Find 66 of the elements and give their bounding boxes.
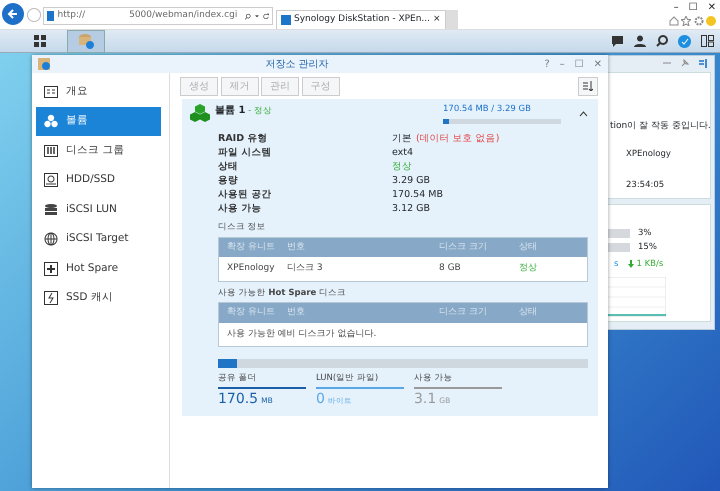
property-value: 3.12 GB: [392, 202, 430, 216]
address-text: 5000/webman/index.cgi: [129, 9, 238, 22]
usage-text: 170.54 MB / 3.29 GB: [443, 103, 532, 116]
resource-percent: 15%: [638, 241, 657, 254]
column-header: 상태: [519, 240, 538, 254]
title-bar-button[interactable]: ✕: [594, 56, 602, 72]
stat-value: 3.1: [414, 391, 436, 407]
sidebar-item[interactable]: iSCSI LUN: [36, 195, 161, 224]
property-value: 정상: [392, 160, 412, 174]
table-cell-text: 정상: [519, 262, 538, 275]
table-cell-text: 디스크 3: [287, 262, 324, 275]
window-control-button[interactable]: ✕: [708, 0, 716, 15]
window-control-button[interactable]: ☐: [688, 0, 698, 15]
sidebar-item[interactable]: Hot Spare: [36, 254, 161, 284]
stat-value: 0: [316, 391, 325, 407]
empty-message: 사용 가능한 예비 디스크가 없습니다.: [226, 328, 378, 341]
title-bar-button[interactable]: ☐: [574, 56, 584, 72]
sidebar-item[interactable]: SSD 캐시: [36, 284, 161, 313]
server-name: XPEnology: [626, 148, 671, 161]
browser-tab[interactable]: Synology DiskStation - XPEn... ×: [276, 10, 446, 29]
status-message: tion이 잘 작동 중입니다.: [610, 120, 711, 133]
window-control-button[interactable]: –: [674, 0, 679, 15]
property-label: RAID 유형: [218, 132, 268, 146]
column-header: 확장 유니트: [227, 240, 276, 254]
property-label: 상태: [218, 160, 239, 174]
column-header: 디스크 크기: [439, 240, 488, 254]
property-value: 기본: [392, 132, 412, 146]
tab-title: Synology DiskStation - XPEn...: [294, 13, 430, 26]
warning-note: (데이터 보호 없음): [416, 132, 500, 146]
volume-name: 볼륨 1: [215, 105, 246, 116]
column-header: 디스크 크기: [439, 306, 488, 320]
table-cell-text: XPEnology: [227, 262, 276, 275]
address-field[interactable]: http:// 5000/webman/index.cgi: [43, 7, 273, 25]
property-value: 170.54 MB: [392, 188, 443, 202]
property-label: 사용 가능: [218, 202, 262, 216]
property-label: 파일 시스템: [218, 146, 272, 160]
property-value: 3.29 GB: [392, 174, 430, 188]
sidebar-item[interactable]: HDD/SSD: [36, 166, 161, 195]
table-cell-text: 8 GB: [439, 262, 462, 275]
address-text: http://: [58, 9, 86, 22]
property-label: 용량: [218, 174, 239, 188]
resource-percent: 3%: [638, 227, 652, 240]
stat-value: 170.5: [218, 391, 258, 407]
uptime-text: 23:54:05: [626, 179, 664, 192]
tab-close-button[interactable]: ×: [433, 13, 441, 27]
section-title: 디스크 정보: [218, 220, 267, 234]
property-value: ext4: [392, 146, 414, 160]
title-bar-button[interactable]: ?: [544, 56, 550, 72]
title-bar-button[interactable]: –: [560, 56, 565, 72]
stat-label: 사용 가능: [414, 372, 502, 389]
sidebar-item[interactable]: 볼륨: [36, 106, 161, 136]
sidebar-item[interactable]: 디스크 그룹: [36, 136, 161, 166]
stat-label: 공유 폴더: [218, 372, 306, 389]
property-label: 사용된 공간: [218, 188, 272, 202]
window-title: 저장소 관리자: [264, 58, 330, 72]
column-header: 번호: [287, 306, 306, 320]
sidebar-item[interactable]: 개요: [36, 77, 161, 106]
volume-status: - 정상: [247, 106, 272, 116]
download-speed: 1 KB/s: [636, 258, 664, 271]
column-header: 확장 유니트: [227, 306, 276, 320]
section-title: 사용 가능한 Hot Spare 디스크: [218, 286, 347, 300]
column-header: 번호: [287, 240, 306, 254]
column-header: 상태: [519, 306, 538, 320]
sidebar-item[interactable]: iSCSI Target: [36, 224, 161, 254]
upload-speed: s: [614, 258, 618, 271]
stat-label: LUN(일반 파일): [316, 372, 404, 389]
